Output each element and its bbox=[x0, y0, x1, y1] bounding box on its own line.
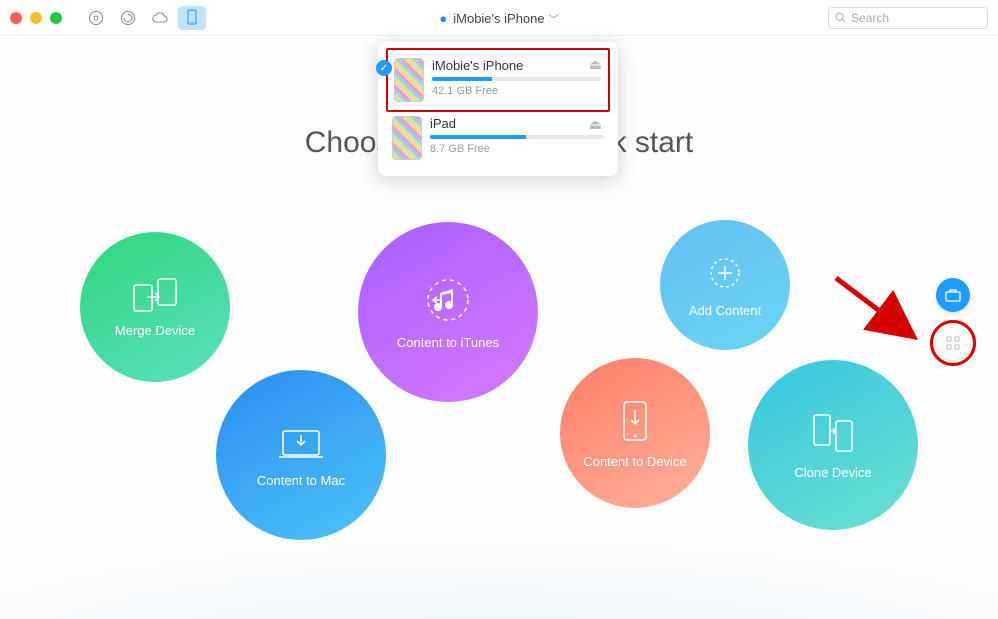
device-name: iPad bbox=[430, 116, 604, 131]
device-selector[interactable]: ● iMobie's iPhone ﹀ bbox=[439, 0, 558, 36]
mac-icon bbox=[275, 423, 327, 463]
clone-device-button[interactable]: Clone Device bbox=[748, 360, 918, 530]
eject-icon[interactable]: ⏏ bbox=[589, 56, 602, 73]
bubble-label: Merge Device bbox=[115, 323, 195, 338]
minimize-window-button[interactable] bbox=[30, 12, 42, 24]
toolbar: ● iMobie's iPhone ﹀ Search bbox=[0, 0, 998, 36]
bubble-label: Content to Device bbox=[583, 454, 686, 469]
bubble-label: Content to Mac bbox=[257, 473, 345, 488]
storage-bar bbox=[430, 135, 604, 139]
itunes-library-tab-icon[interactable] bbox=[82, 6, 110, 30]
merge-device-button[interactable]: Merge Device bbox=[80, 232, 230, 382]
annotation-arrow bbox=[832, 272, 922, 357]
eject-icon[interactable]: ⏏ bbox=[589, 116, 602, 133]
device-name: iMobie's iPhone bbox=[432, 58, 602, 73]
toolbox-icon bbox=[945, 288, 961, 302]
to-device-icon bbox=[618, 398, 652, 444]
bubble-label: Add Content bbox=[689, 303, 761, 318]
toolbox-button[interactable] bbox=[936, 278, 970, 312]
bubble-label: Clone Device bbox=[794, 465, 871, 480]
device-free-space: 42.1 GB Free bbox=[432, 85, 602, 97]
zoom-window-button[interactable] bbox=[50, 12, 62, 24]
ipad-thumb-icon bbox=[392, 116, 422, 160]
search-icon bbox=[835, 12, 846, 23]
add-icon bbox=[705, 253, 745, 293]
selected-device-name: iMobie's iPhone bbox=[453, 11, 544, 26]
chevron-down-icon: ﹀ bbox=[549, 11, 559, 26]
device-tab-icon[interactable] bbox=[178, 6, 206, 30]
close-window-button[interactable] bbox=[10, 12, 22, 24]
search-input[interactable]: Search bbox=[828, 7, 988, 29]
annotation-circle bbox=[930, 320, 976, 366]
bubble-label: Content to iTunes bbox=[397, 335, 499, 350]
device-item-iphone[interactable]: ✓ iMobie's iPhone 42.1 GB Free ⏏ bbox=[386, 48, 610, 112]
storage-bar bbox=[432, 77, 602, 81]
merge-icon bbox=[132, 277, 178, 313]
device-dropdown: ✓ iMobie's iPhone 42.1 GB Free ⏏ iPad 8.… bbox=[378, 42, 618, 176]
selected-check-icon: ✓ bbox=[376, 60, 392, 76]
search-placeholder: Search bbox=[851, 11, 889, 25]
backup-tab-icon[interactable] bbox=[114, 6, 142, 30]
add-content-button[interactable]: Add Content bbox=[660, 220, 790, 350]
content-to-device-button[interactable]: Content to Device bbox=[560, 358, 710, 508]
device-item-ipad[interactable]: iPad 8.7 GB Free ⏏ bbox=[388, 110, 608, 166]
icloud-tab-icon[interactable] bbox=[146, 6, 174, 30]
content-to-mac-button[interactable]: Content to Mac bbox=[216, 370, 386, 540]
window-controls bbox=[10, 12, 62, 24]
device-free-space: 8.7 GB Free bbox=[430, 143, 604, 155]
clone-icon bbox=[808, 411, 858, 455]
iphone-thumb-icon bbox=[394, 58, 424, 102]
itunes-icon bbox=[423, 275, 473, 325]
content-to-itunes-button[interactable]: Content to iTunes bbox=[358, 222, 538, 402]
status-dot-icon: ● bbox=[439, 11, 447, 26]
